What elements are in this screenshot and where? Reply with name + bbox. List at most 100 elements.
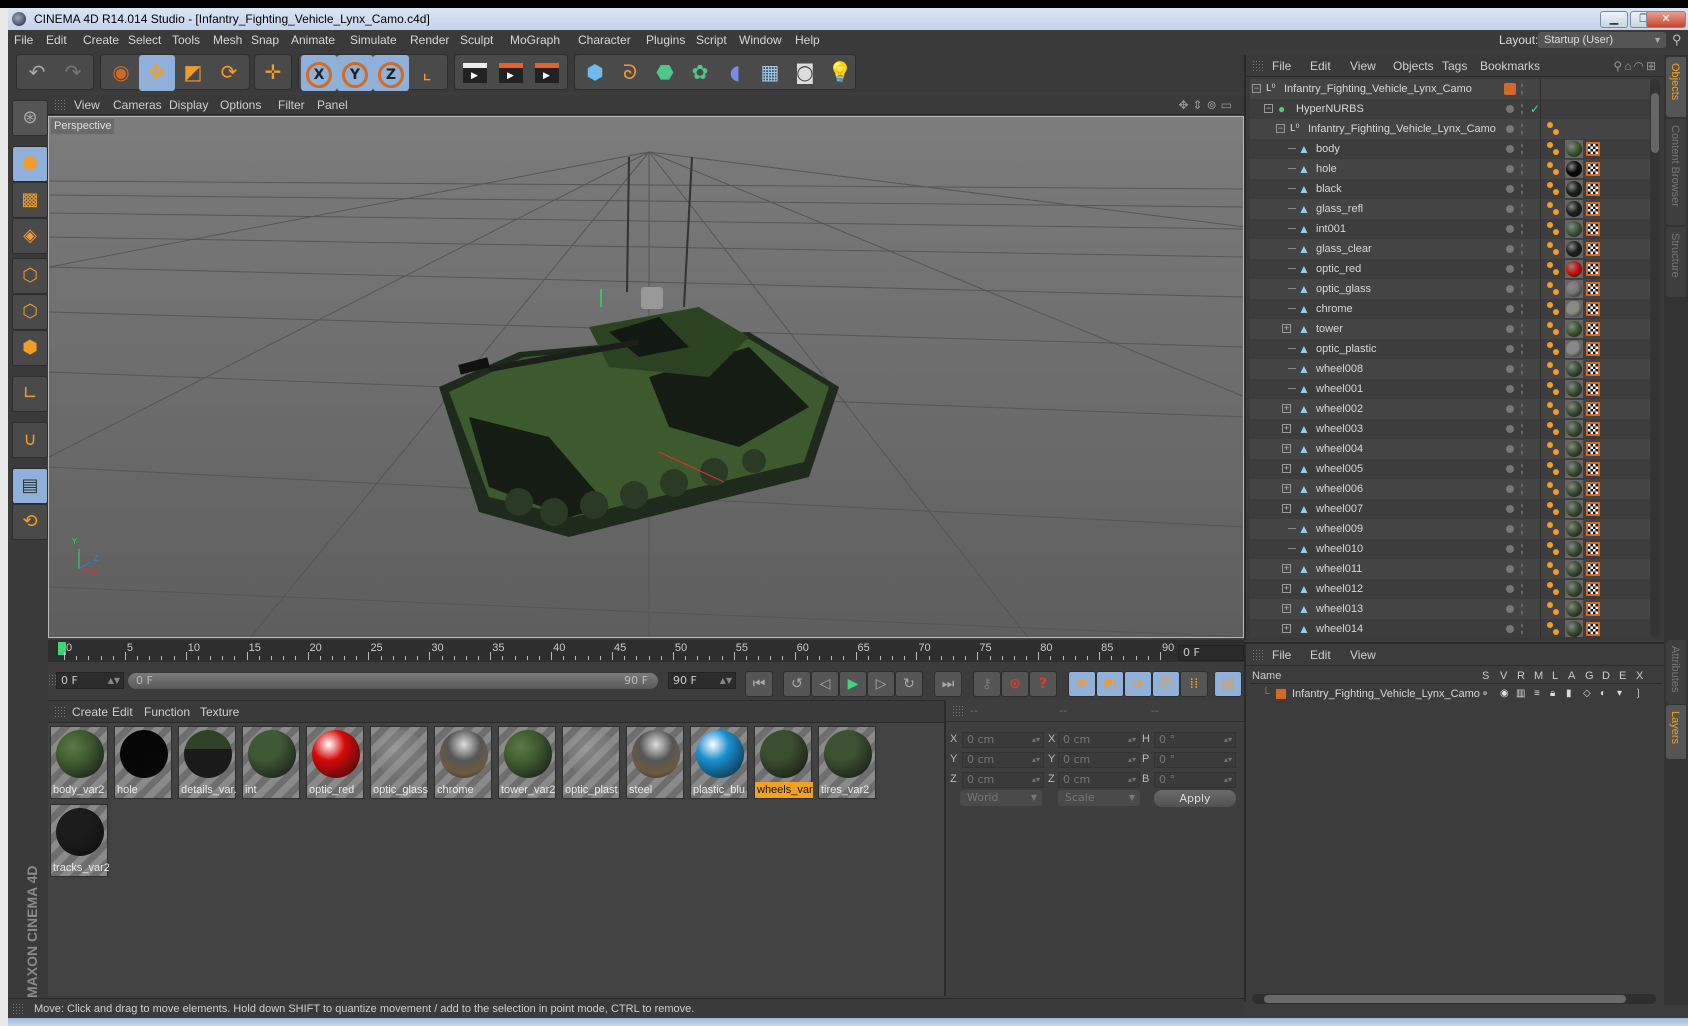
search-icon[interactable]: ⚲ [1613, 59, 1624, 73]
floor-button[interactable]: ▦ [752, 55, 788, 91]
uvw-tag-icon[interactable] [1586, 302, 1600, 316]
layer-dot-icon[interactable] [1506, 425, 1514, 433]
cube-button[interactable]: ⬢ [577, 55, 613, 91]
uvw-tag-icon[interactable] [1586, 342, 1600, 356]
redo-button[interactable]: ↷ [55, 55, 91, 91]
menu-character[interactable]: Character [578, 30, 631, 50]
magnet-button[interactable]: ∪ [12, 422, 48, 458]
visibility-toggle-icon[interactable] [1520, 322, 1524, 336]
visibility-toggle-icon[interactable] [1520, 502, 1524, 516]
material-menu-create[interactable]: Create [72, 701, 108, 723]
visibility-toggle-icon[interactable] [1520, 482, 1524, 496]
collapse-icon[interactable]: − [1264, 104, 1273, 113]
tab-content-browser[interactable]: Content Browser [1666, 119, 1686, 225]
key-pla-button[interactable]: ⁞⁞ [1180, 671, 1208, 697]
phong-tag-icon[interactable] [1547, 361, 1561, 377]
material-tag-icon[interactable] [1565, 160, 1583, 178]
visibility-toggle-icon[interactable] [1520, 402, 1524, 416]
viewport-menu-view[interactable]: View [74, 95, 100, 115]
axis-mode-button[interactable]: ∟ [12, 376, 48, 412]
viewport-menu-display[interactable]: Display [169, 95, 208, 115]
previous-key-button[interactable]: ↺ [783, 671, 811, 697]
polygons-mode-button[interactable]: ⬢ [12, 330, 48, 366]
material-swatch[interactable]: optic_plast [562, 726, 620, 799]
uvw-tag-icon[interactable] [1586, 422, 1600, 436]
material-tag-icon[interactable] [1565, 420, 1583, 438]
close-button[interactable]: ✕ [1646, 11, 1686, 28]
object-row[interactable]: + ▲ wheel002 [1250, 399, 1650, 419]
phong-tag-icon[interactable] [1547, 601, 1561, 617]
lock-icon[interactable]: 🔒︎ [1550, 686, 1555, 702]
layer-dot-icon[interactable] [1506, 205, 1514, 213]
start-frame-field[interactable]: 0 F ▲▼ [56, 672, 124, 689]
menu-mograph[interactable]: MoGraph [510, 30, 560, 50]
object-row[interactable]: ▲ int001 [1250, 219, 1650, 239]
live-selection-button[interactable]: ◉ [103, 55, 139, 91]
render-icon[interactable]: ▥ [1516, 686, 1525, 702]
collapse-icon[interactable]: − [1252, 84, 1261, 93]
object-row[interactable]: + ▲ wheel014 [1250, 619, 1650, 637]
layer-dot-icon[interactable] [1506, 385, 1514, 393]
layer-dot-icon[interactable] [1506, 445, 1514, 453]
panel-grip-icon[interactable] [54, 706, 66, 718]
key-parameter-button[interactable]: Ⓟ [1152, 671, 1180, 697]
go-to-start-button[interactable]: ⏮ [745, 671, 773, 697]
camera-button[interactable]: ◙ [787, 55, 823, 91]
visibility-toggle-icon[interactable] [1520, 122, 1524, 136]
timeline-ruler[interactable]: 0 5 10 15 20 25 30 35 40 45 50 55 60 65 70 75 80 85 90 [48, 640, 1244, 662]
layer-dot-icon[interactable] [1506, 365, 1514, 373]
phong-tag-icon[interactable] [1547, 421, 1561, 437]
menu-mesh[interactable]: Mesh [213, 30, 242, 50]
recent-tool-button[interactable]: ✛ [255, 55, 291, 91]
layer-color-swatch[interactable] [1276, 689, 1286, 699]
collapse-icon[interactable]: − [1276, 124, 1285, 133]
phong-tag-icon[interactable] [1547, 581, 1561, 597]
object-row[interactable]: + ▲ wheel005 [1250, 459, 1650, 479]
material-swatch[interactable]: body_var2 [50, 726, 108, 799]
material-tag-icon[interactable] [1565, 520, 1583, 538]
spinner-icon[interactable]: ▲▼ [720, 673, 732, 688]
phong-tag-icon[interactable] [1547, 221, 1561, 237]
render-settings-button[interactable] [529, 55, 565, 91]
object-row[interactable]: ▲ body [1250, 139, 1650, 159]
spinner-icon[interactable]: ▴▾ [1032, 753, 1040, 767]
object-row[interactable]: − L⁰ Infantry_Fighting_Vehicle_Lynx_Camo [1250, 79, 1650, 99]
layer-menu-file[interactable]: File [1272, 644, 1291, 666]
object-row[interactable]: ▲ black [1250, 179, 1650, 199]
material-tag-icon[interactable] [1565, 560, 1583, 578]
expand-icon[interactable]: + [1282, 564, 1291, 573]
key-position-button[interactable]: ✥ [1068, 671, 1096, 697]
layer-dot-icon[interactable] [1506, 605, 1514, 613]
object-menu-tags[interactable]: Tags [1442, 55, 1467, 77]
object-row[interactable]: ▲ optic_red [1250, 259, 1650, 279]
object-row[interactable]: + ▲ tower [1250, 319, 1650, 339]
material-swatch[interactable]: tower_var2 [498, 726, 556, 799]
material-tag-icon[interactable] [1565, 500, 1583, 518]
layer-horizontal-scrollbar[interactable] [1252, 994, 1656, 1004]
phong-tag-icon[interactable] [1547, 481, 1561, 497]
object-menu-edit[interactable]: Edit [1310, 55, 1331, 77]
column-header-l[interactable]: L [1552, 668, 1558, 684]
uvw-tag-icon[interactable] [1586, 362, 1600, 376]
rotation-h-field[interactable]: 0 ° ▴▾ [1154, 732, 1236, 748]
material-tag-icon[interactable] [1565, 340, 1583, 358]
coordinate-space-select[interactable]: World ▼ [960, 790, 1042, 806]
spinner-icon[interactable]: ▴▾ [1032, 733, 1040, 747]
menu-animate[interactable]: Animate [291, 30, 335, 50]
material-tag-icon[interactable] [1565, 400, 1583, 418]
size-z-field[interactable]: 0 cm ▴▾ [1058, 772, 1140, 788]
phong-tag-icon[interactable] [1547, 381, 1561, 397]
menu-edit[interactable]: Edit [46, 30, 67, 50]
material-swatch[interactable]: details_var. [178, 726, 237, 799]
spinner-icon[interactable]: ▴▾ [1128, 733, 1136, 747]
uvw-tag-icon[interactable] [1586, 622, 1600, 636]
visibility-toggle-icon[interactable] [1520, 262, 1524, 276]
object-row[interactable]: + ▲ wheel012 [1250, 579, 1650, 599]
layer-row[interactable]: └ Infantry_Fighting_Vehicle_Lynx_Camo ● … [1250, 686, 1662, 702]
visibility-toggle-icon[interactable] [1520, 462, 1524, 476]
deformers-icon[interactable]: ◐ [1600, 686, 1606, 702]
uvw-tag-icon[interactable] [1586, 182, 1600, 196]
material-tag-icon[interactable] [1565, 240, 1583, 258]
y-axis-lock-button[interactable]: Y [337, 55, 373, 91]
phong-tag-icon[interactable] [1547, 341, 1561, 357]
